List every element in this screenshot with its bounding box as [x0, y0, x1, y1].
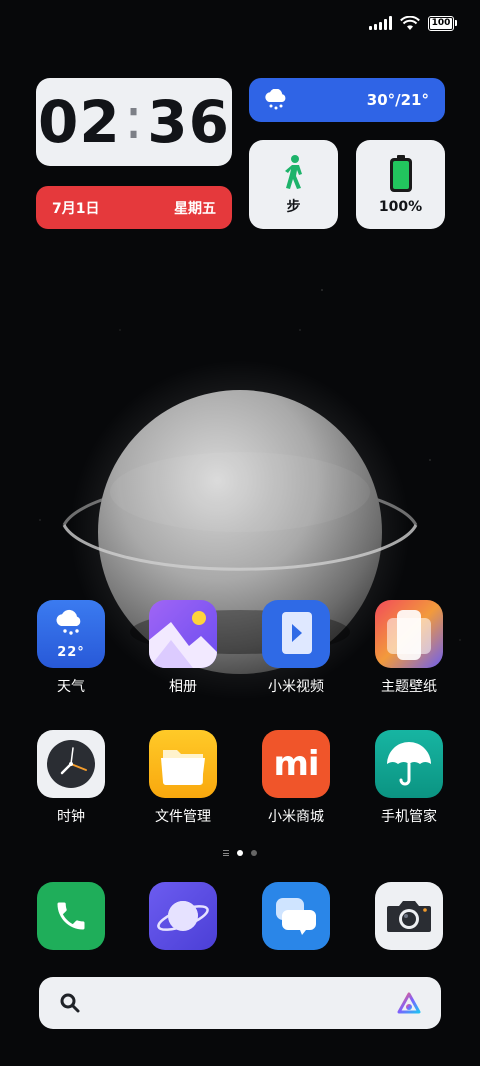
app-label: 天气 — [57, 679, 85, 695]
menu-icon — [223, 850, 229, 856]
dock-messages[interactable] — [244, 882, 348, 950]
steps-widget[interactable]: 步 — [249, 140, 338, 229]
app-gallery[interactable]: 相册 — [131, 600, 235, 696]
app-label: 相册 — [169, 679, 197, 695]
phone-icon — [37, 882, 105, 950]
video-icon — [262, 600, 330, 668]
app-label: 手机管家 — [381, 809, 437, 825]
battery-level-text: 100 — [431, 18, 451, 28]
weather-widget[interactable]: 30°/21° — [249, 78, 445, 122]
page-indicator[interactable] — [0, 850, 480, 856]
status-bar: 100 — [369, 12, 457, 34]
weekday-text: 星期五 — [174, 200, 216, 217]
app-themes[interactable]: 主题壁纸 — [357, 600, 461, 696]
clock-colon: : — [123, 84, 145, 152]
app-label: 小米视频 — [268, 679, 324, 695]
app-label: 主题壁纸 — [381, 679, 437, 695]
weather-icon: 22° — [37, 600, 105, 668]
app-file-manager[interactable]: 文件管理 — [131, 730, 235, 826]
battery-level: 100% — [378, 198, 423, 215]
page-dot-active — [237, 850, 243, 856]
date-widget[interactable]: 7月1日 星期五 — [36, 186, 232, 229]
dock-phone[interactable] — [19, 882, 123, 950]
folder-icon — [149, 730, 217, 798]
battery-full-icon — [389, 154, 412, 192]
clock-widget[interactable]: 02:36 — [36, 78, 232, 166]
battery-icon: 100 — [428, 15, 457, 31]
wifi-icon — [400, 15, 420, 30]
clock-hours: 02 — [38, 88, 121, 156]
app-label: 时钟 — [57, 809, 85, 825]
app-weather[interactable]: 22° 天气 — [19, 600, 123, 696]
signal-icon — [369, 16, 392, 30]
messages-icon — [262, 882, 330, 950]
search-icon — [60, 993, 80, 1013]
app-security[interactable]: 手机管家 — [357, 730, 461, 826]
clock-minutes: 36 — [147, 88, 230, 156]
temperature-range: 30°/21° — [366, 91, 429, 109]
mi-store-icon: mi — [262, 730, 330, 798]
camera-icon — [375, 882, 443, 950]
app-mi-video[interactable]: 小米视频 — [244, 600, 348, 696]
clock-icon — [37, 730, 105, 798]
assistant-icon[interactable] — [397, 992, 421, 1014]
battery-widget[interactable]: 100% — [356, 140, 445, 229]
rain-cloud-icon — [265, 89, 286, 110]
umbrella-icon — [375, 730, 443, 798]
date-text: 7月1日 — [52, 200, 100, 217]
search-bar[interactable] — [39, 977, 441, 1029]
browser-icon — [149, 882, 217, 950]
themes-icon — [375, 600, 443, 668]
walking-person-icon — [284, 154, 302, 189]
app-clock[interactable]: 时钟 — [19, 730, 123, 826]
app-label: 小米商城 — [268, 809, 324, 825]
dock-camera[interactable] — [357, 882, 461, 950]
steps-label: 步 — [286, 198, 301, 215]
weather-temp: 22° — [57, 645, 85, 660]
app-label: 文件管理 — [155, 809, 211, 825]
page-dot — [251, 850, 257, 856]
gallery-icon — [149, 600, 217, 668]
app-mi-store[interactable]: mi 小米商城 — [244, 730, 348, 826]
mi-logo-text: mi — [273, 744, 319, 784]
dock-browser[interactable] — [131, 882, 235, 950]
